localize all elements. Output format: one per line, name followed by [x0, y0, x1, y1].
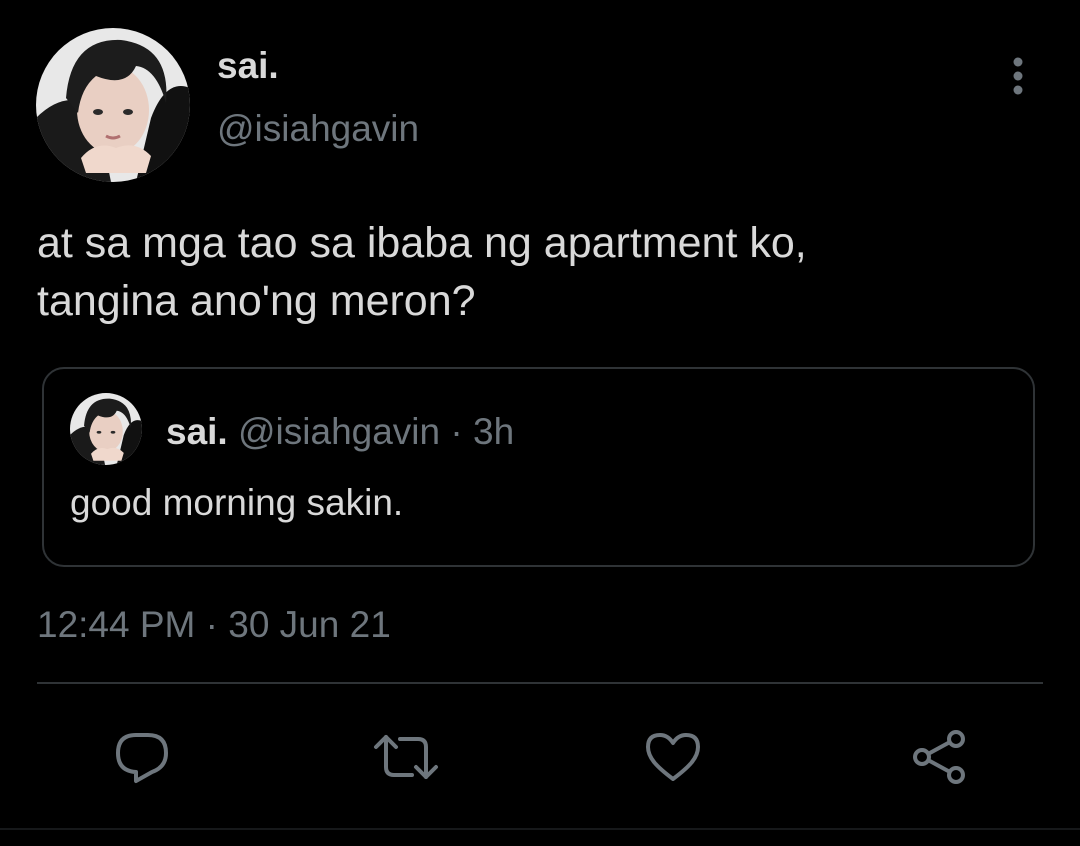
quoted-author-meta: @isiahgavin · 3h [238, 411, 515, 452]
reply-icon [116, 733, 168, 783]
tweet-timestamp[interactable]: 12:44 PM · 30 Jun 21 [37, 603, 391, 647]
quoted-author-name: sai. [166, 411, 228, 452]
avatar-photo [70, 393, 142, 465]
quoted-author-avatar [70, 393, 142, 465]
share-button[interactable] [910, 727, 970, 787]
share-icon [913, 730, 965, 784]
retweet-icon [374, 735, 438, 779]
tweet-text: at sa mga tao sa ibaba ng apartment ko, … [37, 219, 807, 325]
bottom-divider [0, 828, 1080, 830]
retweet-button[interactable] [372, 727, 440, 787]
author-display-name[interactable]: sai. [217, 44, 279, 88]
quoted-tweet-text: good morning sakin. [70, 482, 404, 523]
more-vertical-icon [1013, 57, 1023, 95]
avatar-photo [36, 28, 190, 182]
like-button[interactable] [643, 727, 703, 787]
author-handle[interactable]: @isiahgavin [217, 107, 419, 151]
heart-icon [646, 733, 700, 781]
divider [37, 682, 1043, 684]
author-avatar[interactable] [36, 28, 190, 182]
more-options-button[interactable] [1004, 54, 1032, 98]
quoted-tweet-card[interactable]: sai. @isiahgavin · 3h good morning sakin… [42, 367, 1035, 567]
quoted-tweet-header: sai. @isiahgavin · 3h [166, 410, 514, 454]
reply-button[interactable] [112, 727, 172, 787]
